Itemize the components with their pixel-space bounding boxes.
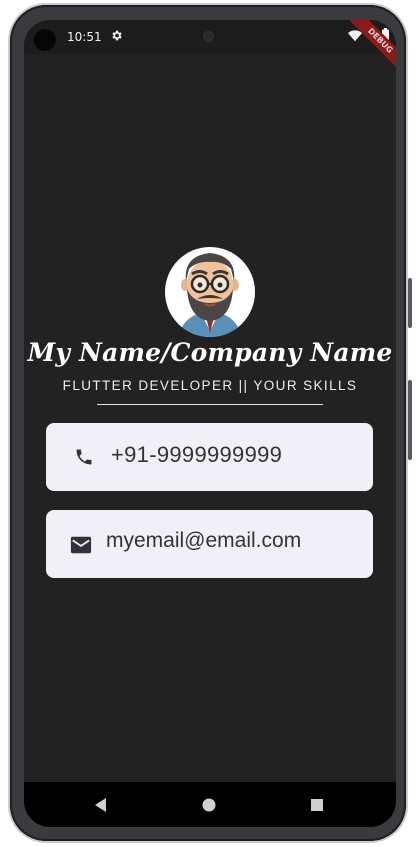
app-screen: 10:51 DEBUG My Name/Company Name FLUTTER… <box>24 20 396 827</box>
navigation-bar <box>24 782 396 827</box>
profile-name: My Name/Company Name <box>27 338 393 367</box>
back-icon[interactable] <box>92 796 110 814</box>
front-camera <box>34 29 56 51</box>
email-card[interactable]: myemail@email.com <box>46 510 373 578</box>
mail-icon <box>70 536 92 554</box>
profile-subtitle: FLUTTER DEVELOPER || YOUR SKILLS <box>62 378 358 393</box>
avatar-illustration <box>177 253 243 337</box>
power-button[interactable] <box>408 278 412 328</box>
phone-card[interactable]: +91-9999999999 <box>46 423 373 491</box>
home-icon[interactable] <box>200 796 218 814</box>
phone-number: +91-9999999999 <box>111 442 283 467</box>
wifi-icon <box>348 30 362 42</box>
avatar <box>165 247 255 337</box>
recents-icon[interactable] <box>308 796 326 814</box>
volume-button[interactable] <box>408 380 412 460</box>
email-address: myemail@email.com <box>106 529 302 552</box>
status-bar: 10:51 DEBUG <box>24 20 396 75</box>
settings-icon <box>112 30 122 41</box>
divider <box>97 404 323 405</box>
status-time: 10:51 <box>67 30 102 44</box>
camera-dot <box>204 32 213 41</box>
phone-icon <box>76 449 92 465</box>
